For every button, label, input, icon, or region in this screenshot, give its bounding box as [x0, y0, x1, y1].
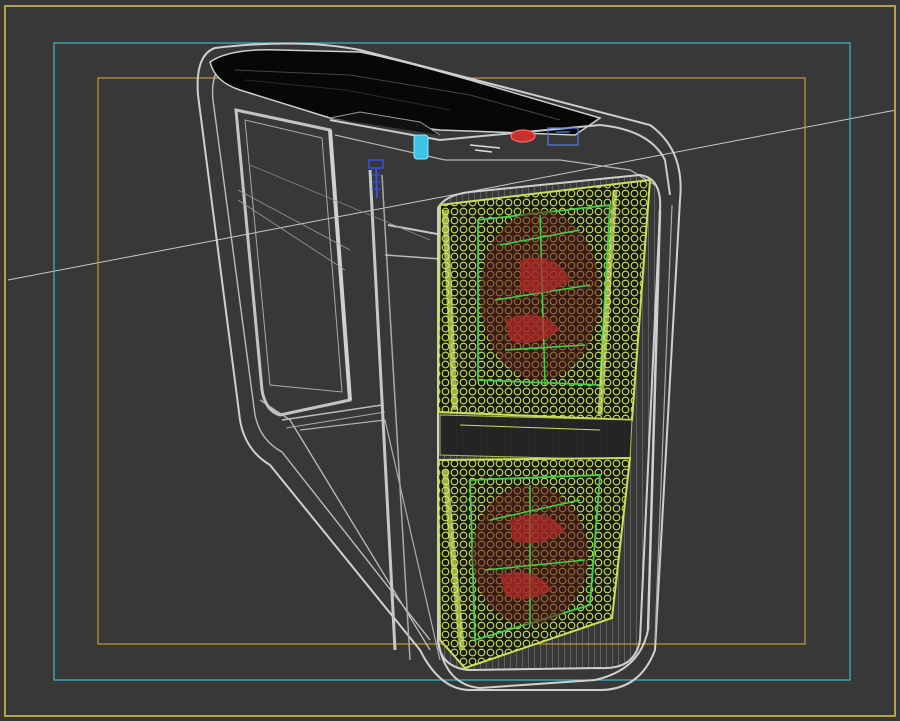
- usb-port[interactable]: [413, 134, 429, 160]
- upper-front-fan[interactable]: [436, 178, 652, 422]
- viewport-canvas[interactable]: [0, 0, 900, 721]
- power-button[interactable]: [510, 129, 536, 143]
- 3d-viewport[interactable]: [0, 0, 900, 721]
- pc-tower-wireframe[interactable]: [196, 42, 682, 691]
